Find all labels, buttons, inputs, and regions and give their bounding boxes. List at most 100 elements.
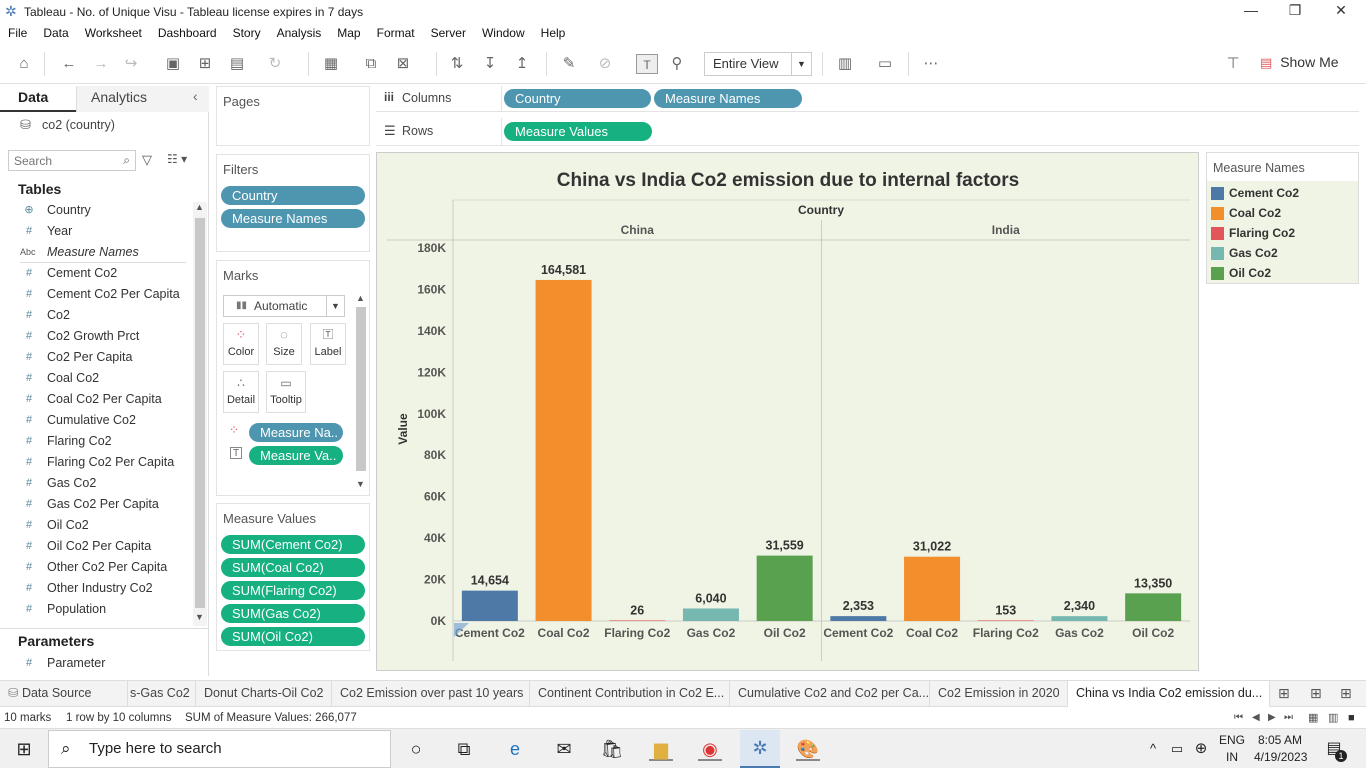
columns-shelf[interactable]: iii Columns Country Measure Names bbox=[376, 86, 1359, 112]
scroll-up-icon[interactable]: ▲ bbox=[356, 293, 365, 303]
tab-sheet[interactable]: s-Gas Co2 bbox=[128, 681, 196, 707]
sort-ascending-icon[interactable]: ↧ bbox=[479, 54, 501, 74]
color-button[interactable]: ⁘ Color bbox=[223, 323, 259, 365]
datasource-name[interactable]: co2 (country) bbox=[42, 118, 115, 132]
scroll-thumb[interactable] bbox=[195, 218, 205, 608]
duplicate-sheet-icon[interactable]: ⧉ bbox=[360, 54, 382, 74]
color-legend[interactable]: Measure Names Cement Co2 Coal Co2 Flarin… bbox=[1206, 152, 1359, 284]
field-list-scrollbar[interactable]: ▲ ▼ bbox=[193, 202, 207, 626]
field-item[interactable]: # Gas Co2 Per Capita bbox=[0, 494, 190, 515]
bar-india-oil-co2[interactable] bbox=[1125, 593, 1182, 621]
taskbar-search[interactable]: ⌕ Type here to search bbox=[48, 730, 391, 768]
field-item[interactable]: # Cement Co2 bbox=[0, 263, 190, 284]
new-worksheet-icon[interactable]: ⊞ bbox=[1278, 685, 1290, 702]
detail-button[interactable]: ∴ Detail bbox=[223, 371, 259, 413]
menu-dashboard[interactable]: Dashboard bbox=[158, 23, 217, 44]
restore-button[interactable]: ❐ bbox=[1280, 2, 1310, 19]
rows-shelf[interactable]: ☰ Rows Measure Values bbox=[376, 118, 1359, 146]
field-item[interactable]: # Oil Co2 Per Capita bbox=[0, 536, 190, 557]
language-bottom[interactable]: IN bbox=[1226, 750, 1238, 764]
viz-canvas[interactable]: China vs India Co2 emission due to inter… bbox=[376, 152, 1199, 671]
sheet-sorter-icon[interactable]: ▦ bbox=[1308, 708, 1318, 728]
tab-sheet[interactable]: Donut Charts-Oil Co2 bbox=[196, 681, 332, 707]
tab-analytics[interactable]: Analytics bbox=[76, 86, 209, 112]
label-button[interactable]: 🅃 Label bbox=[310, 323, 346, 365]
bar-india-cement-co2[interactable] bbox=[830, 616, 887, 621]
undo-icon[interactable]: ← bbox=[58, 54, 80, 74]
field-item[interactable]: # Population bbox=[0, 599, 190, 620]
bar-china-cement-co2[interactable] bbox=[461, 590, 518, 621]
pages-card[interactable]: Pages bbox=[216, 86, 370, 146]
film-strip-icon[interactable]: ▥ bbox=[1328, 708, 1338, 728]
filter-icon[interactable]: ▽ bbox=[142, 152, 152, 168]
tooltip-button[interactable]: ▭ Tooltip bbox=[266, 371, 306, 413]
view-options-icon[interactable]: ☷ ▾ bbox=[167, 152, 187, 166]
field-item[interactable]: # Year bbox=[0, 221, 190, 242]
field-item[interactable]: # Co2 Per Capita bbox=[0, 347, 190, 368]
bar-china-oil-co2[interactable] bbox=[756, 555, 813, 621]
show-labels-icon[interactable]: T bbox=[636, 54, 658, 74]
field-item[interactable]: # Coal Co2 bbox=[0, 368, 190, 389]
highlight-icon[interactable]: ✎ bbox=[558, 54, 580, 74]
parameter-item[interactable]: # Parameter bbox=[0, 653, 190, 674]
marks-scrollbar[interactable]: ▲ ▼ bbox=[355, 293, 367, 493]
menu-worksheet[interactable]: Worksheet bbox=[85, 23, 142, 44]
new-datasource-icon[interactable]: ⊞ bbox=[194, 54, 216, 74]
field-item[interactable]: # Oil Co2 bbox=[0, 515, 190, 536]
mail-icon[interactable]: ✉ bbox=[552, 737, 576, 761]
columns-pill-country[interactable]: Country bbox=[504, 89, 651, 108]
new-story-icon[interactable]: ⊞ bbox=[1340, 685, 1352, 702]
network-icon[interactable]: ⊕ bbox=[1189, 737, 1213, 761]
clock-time[interactable]: 8:05 AM bbox=[1258, 733, 1302, 747]
task-view-icon[interactable]: ⧉ bbox=[452, 737, 476, 761]
next-sheet-icon[interactable]: ▶ bbox=[1268, 708, 1276, 728]
prev-sheet-icon[interactable]: ◀ bbox=[1252, 708, 1260, 728]
tab-sheet[interactable]: Co2 Emission in 2020 bbox=[930, 681, 1068, 707]
fit-dropdown[interactable]: Entire View ▼ bbox=[704, 52, 812, 76]
field-item[interactable]: # Co2 bbox=[0, 305, 190, 326]
menu-server[interactable]: Server bbox=[431, 23, 466, 44]
refresh-icon[interactable]: ↻ bbox=[264, 54, 286, 74]
battery-icon[interactable]: ▭ bbox=[1165, 737, 1189, 761]
redo-icon[interactable]: → bbox=[90, 54, 112, 74]
bar-india-flaring-co2[interactable] bbox=[977, 620, 1034, 621]
clock-date[interactable]: 4/19/2023 bbox=[1254, 750, 1307, 764]
new-worksheet-icon[interactable]: ▦ bbox=[320, 54, 342, 74]
field-item[interactable]: ⊕ Country bbox=[0, 200, 190, 221]
marks-pill-measure-values[interactable]: Measure Va.. bbox=[249, 446, 343, 465]
show-hidden-icons[interactable]: ^ bbox=[1141, 737, 1165, 761]
show-me-button[interactable]: ▤ Show Me bbox=[1260, 54, 1339, 71]
bar-china-coal-co2[interactable] bbox=[535, 279, 592, 621]
swap-rows-columns-icon[interactable]: ⇅ bbox=[446, 54, 468, 74]
field-item[interactable]: # Cumulative Co2 bbox=[0, 410, 190, 431]
field-item[interactable]: # Gas Co2 bbox=[0, 473, 190, 494]
measure-value-pill[interactable]: SUM(Gas Co2) bbox=[221, 604, 365, 623]
field-item[interactable]: # Coal Co2 Per Capita bbox=[0, 389, 190, 410]
scroll-down-icon[interactable]: ▼ bbox=[195, 612, 204, 622]
scroll-down-icon[interactable]: ▼ bbox=[356, 479, 365, 489]
file-explorer-icon[interactable]: ▆ bbox=[649, 737, 673, 761]
columns-pill-measure-names[interactable]: Measure Names bbox=[654, 89, 802, 108]
bar-china-gas-co2[interactable] bbox=[682, 608, 739, 621]
menu-story[interactable]: Story bbox=[233, 23, 261, 44]
format-painter-icon[interactable]: ⊤ bbox=[1222, 54, 1244, 74]
marks-pill-measure-names[interactable]: Measure Na.. bbox=[249, 423, 343, 442]
windows-start-icon[interactable]: ⊞ bbox=[12, 737, 36, 761]
field-item[interactable]: # Flaring Co2 bbox=[0, 431, 190, 452]
measure-value-pill[interactable]: SUM(Coal Co2) bbox=[221, 558, 365, 577]
close-button[interactable]: ✕ bbox=[1326, 2, 1356, 19]
tabs-icon[interactable]: ■ bbox=[1348, 708, 1355, 728]
filter-pill-measure-names[interactable]: Measure Names bbox=[221, 209, 365, 228]
menu-window[interactable]: Window bbox=[482, 23, 525, 44]
field-search[interactable]: ⌕ bbox=[8, 150, 136, 171]
tab-sheet-active[interactable]: China vs India Co2 emission du... bbox=[1068, 681, 1270, 707]
bar-china-flaring-co2[interactable] bbox=[609, 620, 666, 621]
sort-descending-icon[interactable]: ↥ bbox=[511, 54, 533, 74]
size-button[interactable]: ◌ Size bbox=[266, 323, 302, 365]
home-icon[interactable]: ⌂ bbox=[13, 54, 35, 74]
menu-format[interactable]: Format bbox=[377, 23, 415, 44]
menu-map[interactable]: Map bbox=[337, 23, 360, 44]
paint-icon[interactable]: 🎨 bbox=[796, 737, 820, 761]
bar-india-gas-co2[interactable] bbox=[1051, 616, 1108, 621]
share-icon[interactable]: ⋯ bbox=[920, 54, 942, 74]
